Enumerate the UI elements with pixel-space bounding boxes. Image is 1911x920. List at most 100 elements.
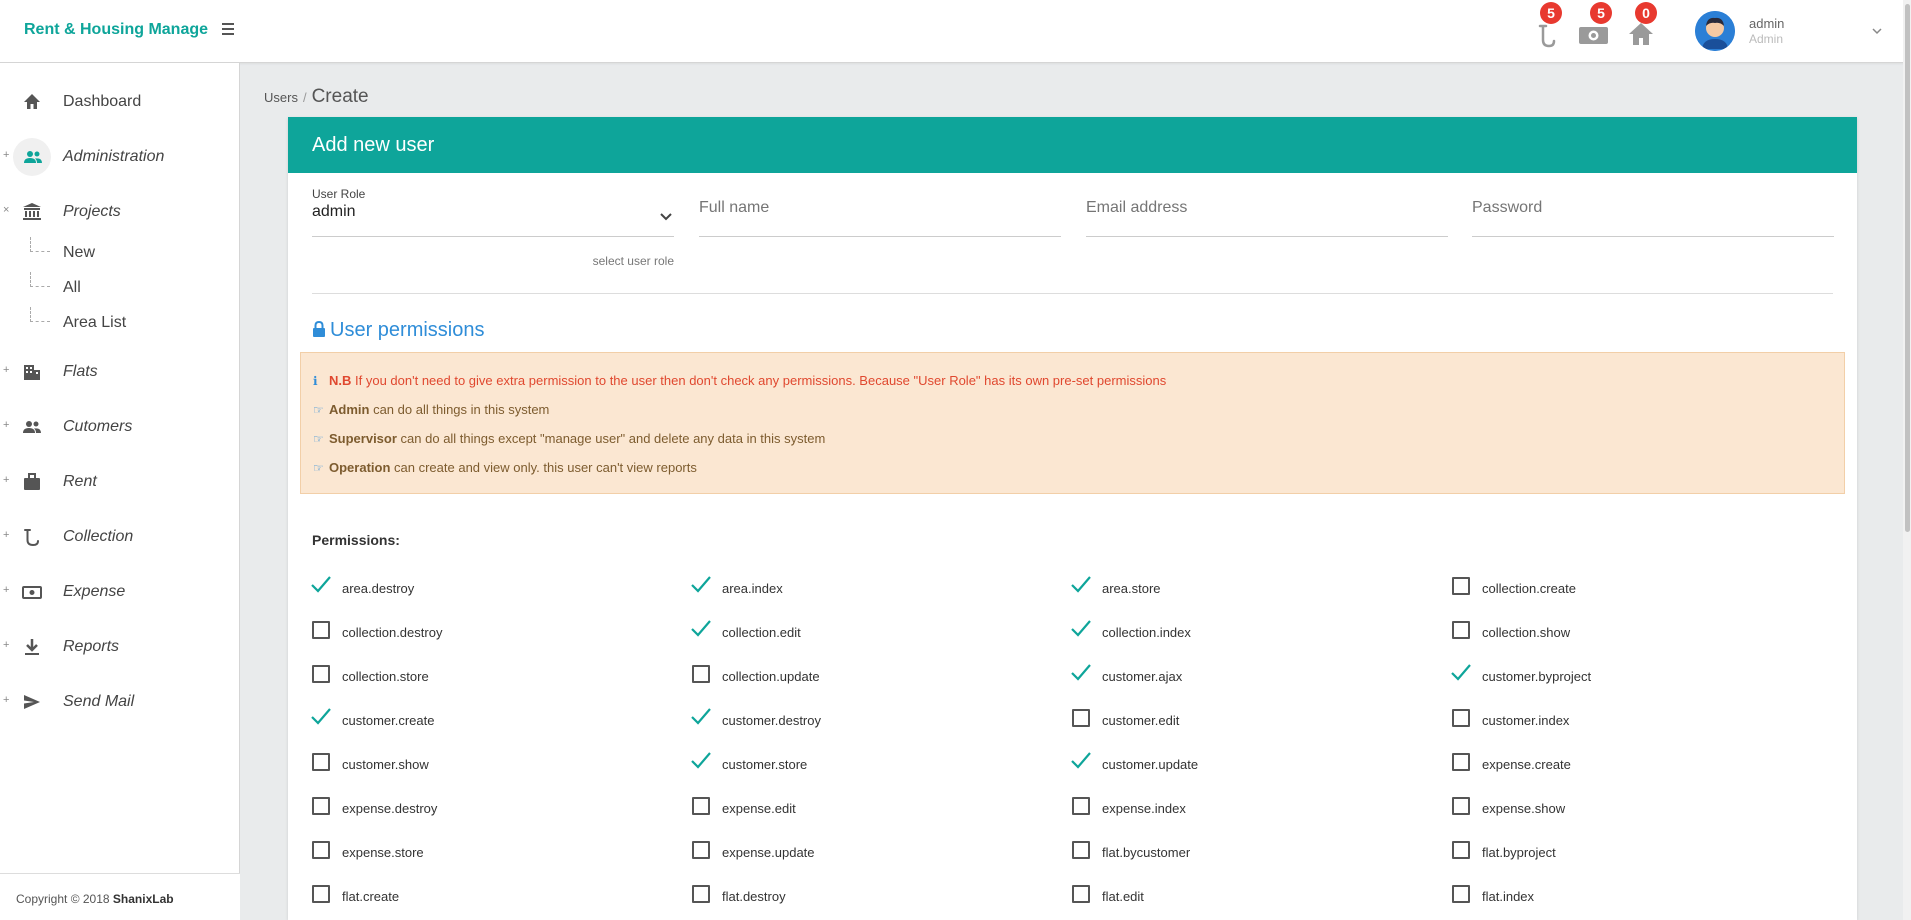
sidebar-subitem-new[interactable]: New (0, 237, 240, 267)
thumbs-up-icon: ☞ (313, 461, 324, 475)
breadcrumb-users-link[interactable]: Users (264, 90, 298, 105)
permissions-heading: Permissions: (312, 532, 400, 548)
user-role-select[interactable]: User Role admin (312, 187, 674, 237)
expense-notification[interactable]: 5 (1578, 2, 1612, 50)
home-notification[interactable]: 0 (1627, 2, 1657, 50)
permission-label: collection.edit (722, 625, 801, 640)
permission-checkbox[interactable]: expense.update (680, 839, 1020, 865)
permission-checkbox[interactable]: customer.ajax (1060, 663, 1400, 689)
sidebar-item-label: Projects (63, 203, 121, 220)
permission-label: customer.ajax (1102, 669, 1183, 684)
sidebar-item-collection[interactable]: + Collection (0, 517, 240, 557)
sidebar-item-expense[interactable]: + Expense (0, 572, 240, 612)
password-field[interactable] (1472, 199, 1834, 217)
sidebar-item-send-mail[interactable]: + Send Mail (0, 682, 240, 722)
nb-label: N.B (329, 373, 352, 388)
expense-badge: 5 (1590, 2, 1612, 24)
permissions-notice: ℹ N.B If you don't need to give extra per… (300, 352, 1845, 494)
sidebar-item-customers[interactable]: + Cutomers (0, 407, 240, 447)
sidebar-subitem-label: New (63, 244, 96, 261)
permission-label: flat.index (1482, 889, 1535, 904)
permission-checkbox[interactable]: collection.update (680, 663, 1020, 689)
permission-checkbox[interactable]: flat.bycustomer (1060, 839, 1400, 865)
permission-checkbox[interactable]: customer.edit (1060, 707, 1400, 733)
checkmark-icon (691, 752, 711, 769)
permission-checkbox[interactable]: flat.index (1440, 883, 1780, 909)
sidebar-item-flats[interactable]: + Flats (0, 352, 240, 392)
password-field-wrap (1472, 187, 1834, 237)
expand-toggle[interactable]: + (3, 149, 9, 161)
permission-checkbox[interactable]: collection.store (300, 663, 640, 689)
permission-checkbox[interactable]: customer.update (1060, 751, 1400, 777)
scrollbar-thumb[interactable] (1905, 4, 1910, 532)
app-brand[interactable]: Rent & Housing Manage (24, 21, 208, 39)
checkmark-icon (311, 708, 331, 725)
admin-text: can do all things in this system (373, 402, 550, 417)
permission-checkbox[interactable]: collection.create (1440, 575, 1780, 601)
permission-checkbox[interactable]: expense.create (1440, 751, 1780, 777)
permission-checkbox[interactable]: expense.edit (680, 795, 1020, 821)
expand-toggle[interactable]: + (3, 419, 9, 431)
checkbox-empty (1452, 753, 1470, 771)
chevron-down-icon[interactable] (1870, 24, 1884, 38)
permission-checkbox[interactable]: collection.show (1440, 619, 1780, 645)
permission-checkbox[interactable]: area.store (1060, 575, 1400, 601)
permission-checkbox[interactable]: collection.index (1060, 619, 1400, 645)
sidebar-item-projects[interactable]: × Projects (0, 192, 240, 232)
permission-checkbox[interactable]: expense.destroy (300, 795, 640, 821)
chevron-down-icon[interactable] (658, 209, 674, 225)
sidebar-item-administration[interactable]: + Administration (0, 137, 240, 177)
permission-checkbox[interactable]: expense.index (1060, 795, 1400, 821)
sidebar-subitem-all[interactable]: All (0, 272, 240, 302)
avatar[interactable] (1695, 11, 1735, 51)
permission-checkbox[interactable]: customer.byproject (1440, 663, 1780, 689)
email-field[interactable] (1086, 199, 1448, 217)
permission-checkbox[interactable]: customer.destroy (680, 707, 1020, 733)
permission-checkbox[interactable]: collection.destroy (300, 619, 640, 645)
permission-checkbox[interactable]: flat.destroy (680, 883, 1020, 909)
permission-checkbox[interactable]: customer.show (300, 751, 640, 777)
expand-toggle[interactable]: + (3, 639, 9, 651)
menu-toggle-icon[interactable] (222, 20, 240, 40)
expand-toggle[interactable]: + (3, 529, 9, 541)
permission-checkbox[interactable]: area.index (680, 575, 1020, 601)
permission-label: customer.edit (1102, 713, 1180, 728)
expand-toggle[interactable]: + (3, 694, 9, 706)
permission-checkbox[interactable]: area.destroy (300, 575, 640, 601)
permission-checkbox[interactable]: expense.store (300, 839, 640, 865)
permission-label: customer.index (1482, 713, 1570, 728)
full-name-field[interactable] (699, 199, 1061, 217)
user-name[interactable]: admin (1749, 16, 1784, 31)
company-name[interactable]: ShanixLab (113, 892, 174, 906)
collapse-toggle[interactable]: × (3, 204, 9, 216)
permission-checkbox[interactable]: customer.create (300, 707, 640, 733)
permission-checkbox[interactable]: expense.show (1440, 795, 1780, 821)
permission-checkbox[interactable]: customer.index (1440, 707, 1780, 733)
expand-toggle[interactable]: + (3, 584, 9, 596)
sidebar-item-label: Dashboard (63, 93, 142, 110)
checkbox-empty (312, 885, 330, 903)
notice-admin-line: ☞ Admin can do all things in this system (313, 402, 549, 417)
checkbox-empty (692, 797, 710, 815)
user-role-value[interactable]: admin (312, 203, 356, 221)
permission-checkbox[interactable]: customer.store (680, 751, 1020, 777)
checkbox-empty (1072, 841, 1090, 859)
permission-checkbox[interactable]: flat.byproject (1440, 839, 1780, 865)
sidebar-item-label: Reports (63, 638, 120, 655)
expand-toggle[interactable]: + (3, 474, 9, 486)
permission-label: customer.show (342, 757, 429, 772)
sidebar-subitem-area-list[interactable]: Area List (0, 307, 240, 337)
sidebar-item-dashboard[interactable]: Dashboard (0, 82, 240, 122)
checkmark-icon (1451, 664, 1471, 681)
sidebar-item-reports[interactable]: + Reports (0, 627, 240, 667)
sidebar-item-rent[interactable]: + Rent (0, 462, 240, 502)
collection-notification[interactable]: 5 (1532, 2, 1562, 50)
permission-label: flat.byproject (1482, 845, 1556, 860)
checkmark-icon (691, 620, 711, 637)
permission-checkbox[interactable]: flat.edit (1060, 883, 1400, 909)
permission-checkbox[interactable]: flat.create (300, 883, 640, 909)
expand-toggle[interactable]: + (3, 364, 9, 376)
copyright-text: Copyright © 2018 ShanixLab (16, 892, 174, 906)
permission-checkbox[interactable]: collection.edit (680, 619, 1020, 645)
top-bar: Rent & Housing Manage 5 5 0 admin Admin (0, 0, 1911, 63)
